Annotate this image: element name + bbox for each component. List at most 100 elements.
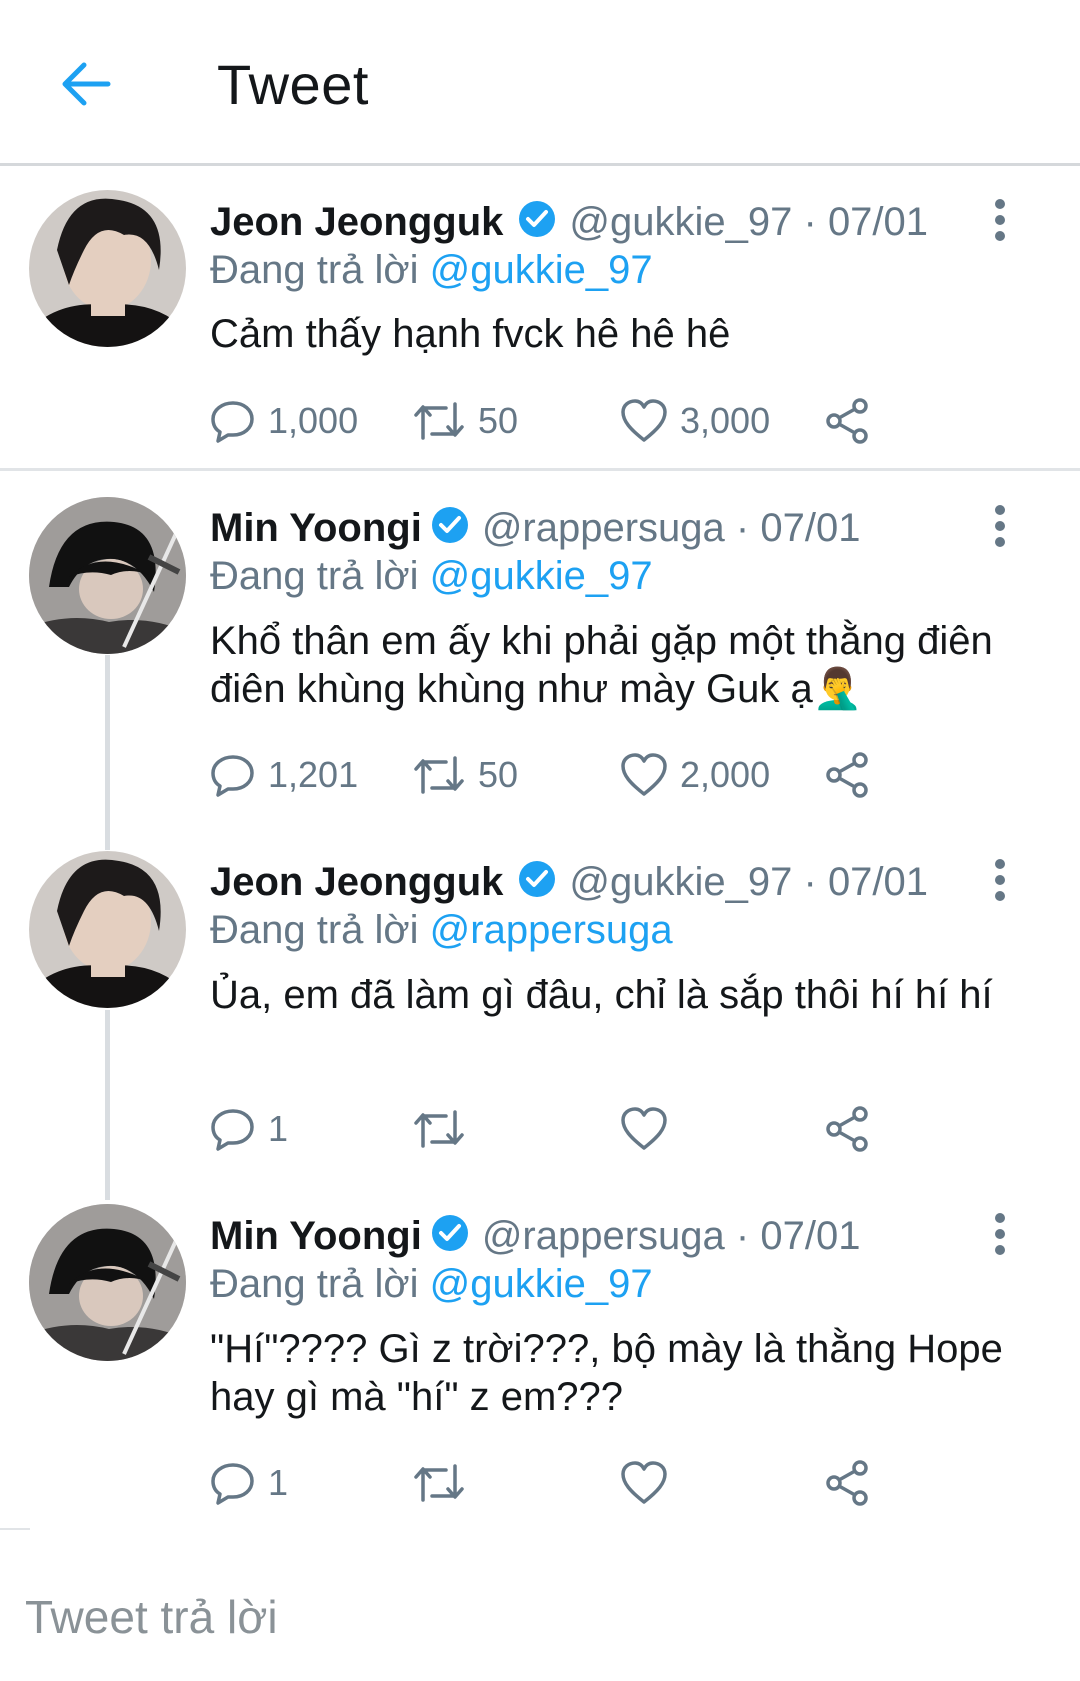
retweet-button[interactable] xyxy=(412,1453,466,1513)
replying-to-label: Đang trả lời xyxy=(210,248,419,292)
reply-button[interactable]: 1 xyxy=(210,1099,288,1159)
tweet-header: Jeon Jeongguk @gukkie_97 · 07/01 xyxy=(210,195,1010,249)
replying-to-mention[interactable]: @gukkie_97 xyxy=(430,248,653,292)
top-bar: Tweet xyxy=(0,0,1080,166)
tweet-text: Cảm thấy hạnh fvck hê hê hê xyxy=(210,312,731,356)
reply-button[interactable]: 1 xyxy=(210,1453,288,1513)
tweet-divider xyxy=(0,468,1080,471)
display-name[interactable]: Jeon Jeongguk xyxy=(210,200,503,244)
verified-badge-icon xyxy=(431,507,468,543)
reply-count: 1,000 xyxy=(268,400,359,441)
tweet-date[interactable]: 07/01 xyxy=(760,1214,860,1258)
separator: · xyxy=(735,1214,750,1258)
replying-to-mention[interactable]: @gukkie_97 xyxy=(430,1262,653,1306)
replying-to: Đang trả lời @gukkie_97 xyxy=(210,1260,653,1308)
replying-to-label: Đang trả lời xyxy=(210,908,419,952)
display-name[interactable]: Min Yoongi xyxy=(210,1214,422,1258)
tweet-header: Min Yoongi @rappersuga · 07/01 xyxy=(210,501,1010,555)
tweet-actions: 1,201 50 2,000 xyxy=(210,745,910,805)
avatar[interactable] xyxy=(29,851,186,1008)
share-icon xyxy=(826,752,868,798)
thread-line xyxy=(105,655,110,850)
tweet-date[interactable]: 07/01 xyxy=(828,200,928,244)
verified-badge-icon xyxy=(519,201,556,237)
reply-count: 1 xyxy=(268,1108,289,1149)
replying-to-label: Đang trả lời xyxy=(210,554,419,598)
replying-to-label: Đang trả lời xyxy=(210,1262,419,1306)
tweet-date[interactable]: 07/01 xyxy=(760,506,860,550)
user-handle[interactable]: @rappersuga xyxy=(482,506,725,550)
retweet-button[interactable]: 50 xyxy=(412,745,518,805)
user-handle[interactable]: @rappersuga xyxy=(482,1214,725,1258)
more-vertical-icon xyxy=(995,859,1005,901)
verified-badge-icon xyxy=(519,861,556,897)
like-button[interactable]: 2,000 xyxy=(620,745,770,805)
display-name[interactable]: Min Yoongi xyxy=(210,506,422,550)
share-button[interactable] xyxy=(824,1453,872,1513)
more-options-button[interactable] xyxy=(980,496,1020,556)
heart-icon xyxy=(621,1461,667,1504)
retweet-icon xyxy=(414,1110,464,1148)
reply-bubble-icon xyxy=(211,755,254,797)
like-button[interactable]: 3,000 xyxy=(620,391,770,451)
avatar[interactable] xyxy=(29,190,186,347)
reply-bubble-icon xyxy=(211,1109,254,1151)
retweet-count: 50 xyxy=(478,400,519,441)
reply-bubble-icon xyxy=(211,401,254,443)
back-button[interactable] xyxy=(50,48,122,120)
user-handle[interactable]: @gukkie_97 xyxy=(569,860,792,904)
arrow-left-icon xyxy=(62,62,111,106)
tweet-date[interactable]: 07/01 xyxy=(828,860,928,904)
heart-icon xyxy=(621,753,667,796)
retweet-icon xyxy=(414,402,464,440)
tweet-actions: 1,000 50 3,000 xyxy=(210,391,910,451)
tweet-text: "Hí"???? Gì z trời???, bộ mày là thằng H… xyxy=(210,1327,1003,1419)
share-icon xyxy=(826,1460,868,1506)
more-vertical-icon xyxy=(995,1213,1005,1255)
like-button[interactable] xyxy=(620,1099,668,1159)
replying-to-mention[interactable]: @gukkie_97 xyxy=(430,554,653,598)
retweet-button[interactable] xyxy=(412,1099,466,1159)
avatar[interactable] xyxy=(29,497,186,654)
more-options-button[interactable] xyxy=(980,850,1020,910)
avatar[interactable] xyxy=(29,1204,186,1361)
compose-divider xyxy=(0,1528,30,1530)
like-count: 3,000 xyxy=(680,400,771,441)
verified-badge-icon xyxy=(431,1215,468,1251)
user-handle[interactable]: @gukkie_97 xyxy=(569,200,792,244)
retweet-button[interactable]: 50 xyxy=(412,391,518,451)
replying-to: Đang trả lời @rappersuga xyxy=(210,906,673,954)
reply-count: 1,201 xyxy=(268,754,359,795)
tweet-actions: 1 xyxy=(210,1099,910,1159)
retweet-icon xyxy=(414,756,464,794)
like-count: 2,000 xyxy=(680,754,771,795)
more-options-button[interactable] xyxy=(980,190,1020,250)
heart-icon xyxy=(621,399,667,442)
separator: · xyxy=(803,200,817,244)
separator: · xyxy=(735,506,750,550)
page-title: Tweet xyxy=(217,53,369,116)
tweet-actions: 1 xyxy=(210,1453,910,1513)
tweet-header: Min Yoongi @rappersuga · 07/01 xyxy=(210,1209,1010,1263)
reply-compose-input[interactable]: Tweet trả lời xyxy=(25,1590,278,1644)
share-button[interactable] xyxy=(824,1099,872,1159)
reply-button[interactable]: 1,000 xyxy=(210,391,358,451)
replying-to: Đang trả lời @gukkie_97 xyxy=(210,246,653,294)
display-name[interactable]: Jeon Jeongguk xyxy=(210,860,503,904)
share-button[interactable] xyxy=(824,391,872,451)
retweet-count: 50 xyxy=(478,754,519,795)
share-button[interactable] xyxy=(824,745,872,805)
reply-count: 1 xyxy=(268,1462,289,1503)
reply-button[interactable]: 1,201 xyxy=(210,745,358,805)
reply-bubble-icon xyxy=(211,1463,254,1505)
replying-to-mention[interactable]: @rappersuga xyxy=(430,908,673,952)
separator: · xyxy=(803,860,817,904)
retweet-icon xyxy=(414,1464,464,1502)
like-button[interactable] xyxy=(620,1453,668,1513)
more-vertical-icon xyxy=(995,505,1005,547)
more-options-button[interactable] xyxy=(980,1204,1020,1264)
tweet-text: Ủa, em đã làm gì đâu, chỉ là sắp thôi hí… xyxy=(210,973,993,1017)
heart-icon xyxy=(621,1107,667,1150)
share-icon xyxy=(826,398,868,444)
tweet-header: Jeon Jeongguk @gukkie_97 · 07/01 xyxy=(210,855,1010,909)
